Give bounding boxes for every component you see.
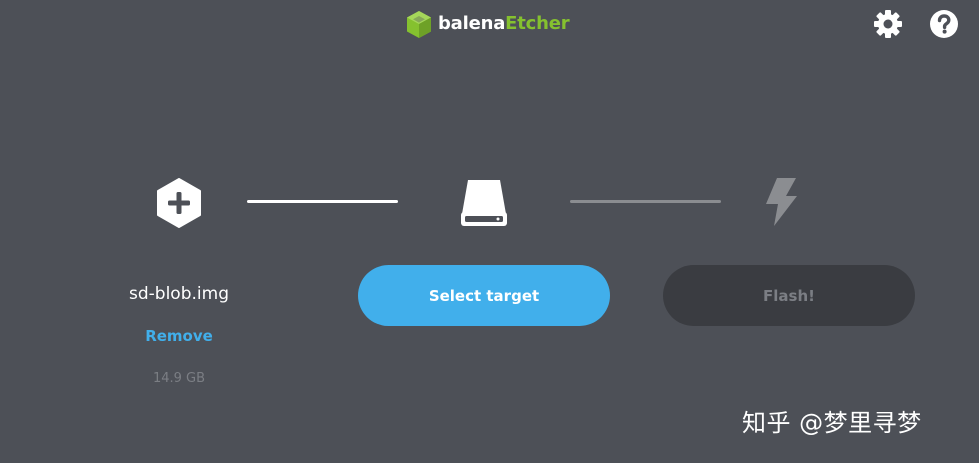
source-step-icon — [154, 178, 204, 228]
balena-cube-icon — [407, 10, 431, 38]
app-logo: balenaEtcher — [406, 9, 570, 39]
question-circle-icon — [930, 10, 958, 38]
watermark-text: 知乎 @梦里寻梦 — [742, 409, 922, 437]
logo-product-text: Etcher — [505, 13, 570, 34]
flash-button[interactable]: Flash! — [663, 265, 915, 326]
lightning-bolt-icon — [766, 178, 797, 226]
select-target-button[interactable]: Select target — [358, 265, 610, 326]
logo-brand-text: balena — [438, 13, 506, 34]
help-button[interactable] — [929, 9, 959, 39]
target-step-icon — [458, 176, 510, 228]
settings-button[interactable] — [873, 9, 903, 39]
step-connector-target-flash — [570, 200, 721, 203]
drive-icon — [461, 180, 507, 226]
flash-step-icon — [763, 176, 799, 228]
plus-hexagon-icon — [157, 178, 201, 228]
app-title: balenaEtcher — [438, 9, 570, 39]
image-size-label: 14.9 GB — [152, 371, 206, 386]
remove-image-link[interactable]: Remove — [119, 327, 239, 345]
step-connector-source-target — [247, 200, 398, 203]
gear-icon — [874, 10, 902, 38]
selected-image-name: sd-blob.img — [129, 284, 229, 304]
